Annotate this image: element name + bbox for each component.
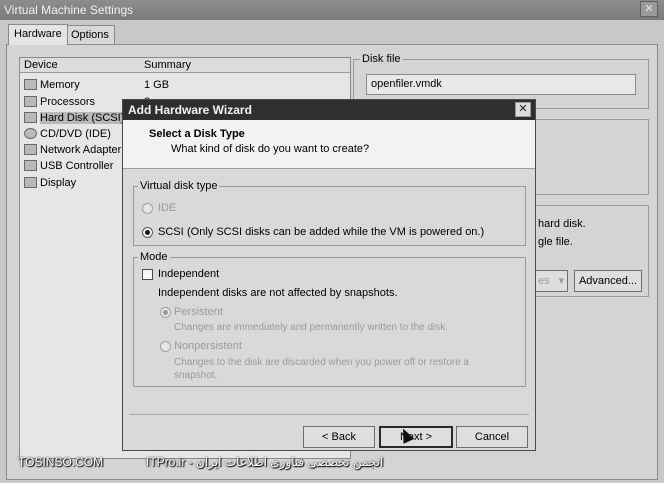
nonpersistent-label: Nonpersistent	[174, 340, 242, 352]
nonpersistent-radio[interactable]	[160, 341, 171, 352]
single-file-text: gle file.	[538, 236, 573, 248]
display-icon	[24, 177, 37, 188]
hard-disk-icon	[24, 112, 37, 123]
wizard-heading: Select a Disk Type	[149, 128, 245, 140]
ide-radio[interactable]	[142, 203, 153, 214]
device-name: Display	[40, 177, 77, 189]
tab-hardware[interactable]: Hardware	[8, 24, 68, 45]
hard-disk-text: hard disk.	[538, 218, 586, 230]
next-button[interactable]: Next >	[379, 426, 453, 448]
back-button[interactable]: < Back	[303, 426, 375, 448]
independent-label: Independent	[158, 268, 220, 280]
cancel-button[interactable]: Cancel	[456, 426, 528, 448]
wizard-title: Add Hardware Wizard	[128, 103, 252, 117]
column-device[interactable]: Device	[24, 59, 58, 71]
advanced-button[interactable]: Advanced...	[574, 270, 642, 292]
nonpersistent-description-2: snapshot.	[174, 370, 218, 381]
disk-file-field[interactable]: openfiler.vmdk	[366, 74, 636, 95]
network-adapter-icon	[24, 144, 37, 155]
watermark-left: TOSINSO.COM	[18, 455, 104, 469]
memory-icon	[24, 79, 37, 90]
device-list-header: Device Summary	[20, 58, 350, 73]
device-summary: 1 GB	[144, 79, 170, 91]
virtual-disk-type-label: Virtual disk type	[138, 180, 220, 192]
disk-file-label: Disk file	[360, 53, 403, 65]
processor-icon	[24, 96, 37, 107]
wizard-divider	[129, 414, 529, 415]
independent-checkbox[interactable]	[142, 269, 153, 280]
window-titlebar: Virtual Machine Settings ✕	[0, 0, 664, 20]
device-name: Hard Disk (SCSI)	[40, 112, 125, 124]
watermark-right: ITPro.ir - انجمن تخصصی فناوری اطلاعات ای…	[146, 455, 384, 469]
device-name: Network Adapter	[40, 144, 122, 156]
device-name: Memory	[40, 79, 80, 91]
scsi-radio[interactable]	[142, 227, 153, 238]
mode-label: Mode	[138, 251, 170, 263]
virtual-disk-type-group: Virtual disk type IDE SCSI (Only SCSI di…	[133, 180, 526, 246]
utilities-dropdown[interactable]: es ▾	[534, 270, 568, 292]
ide-label: IDE	[158, 202, 177, 214]
cd-dvd-icon	[24, 128, 37, 139]
mode-group: Mode Independent Independent disks are n…	[133, 251, 526, 387]
persistent-description: Changes are immediately and permanently …	[174, 322, 449, 333]
add-hardware-wizard: Add Hardware Wizard ✕ Select a Disk Type…	[122, 99, 536, 451]
utilities-dropdown-text: es	[538, 275, 550, 287]
scsi-label: SCSI	[158, 226, 184, 238]
window-title: Virtual Machine Settings	[4, 3, 134, 17]
device-name: CD/DVD (IDE)	[40, 128, 111, 140]
chevron-down-icon: ▾	[558, 275, 564, 287]
wizard-subheading: What kind of disk do you want to create?	[171, 143, 370, 155]
wizard-header: Select a Disk Type What kind of disk do …	[123, 120, 535, 169]
nonpersistent-description: Changes to the disk are discarded when y…	[174, 357, 469, 368]
persistent-radio[interactable]	[160, 307, 171, 318]
device-name: Processors	[40, 96, 96, 108]
wizard-close-button[interactable]: ✕	[515, 102, 531, 117]
scsi-note: (Only SCSI disks can be added while the …	[187, 226, 485, 238]
wizard-titlebar: Add Hardware Wizard ✕	[123, 100, 535, 120]
device-name: USB Controller	[40, 160, 114, 172]
device-row-memory[interactable]: Memory 1 GB	[20, 77, 350, 93]
independent-description: Independent disks are not affected by sn…	[158, 287, 398, 299]
usb-controller-icon	[24, 160, 37, 171]
persistent-label: Persistent	[174, 306, 223, 318]
column-summary[interactable]: Summary	[144, 59, 191, 71]
tab-options[interactable]: Options	[65, 25, 115, 44]
window-close-button[interactable]: ✕	[640, 1, 658, 17]
